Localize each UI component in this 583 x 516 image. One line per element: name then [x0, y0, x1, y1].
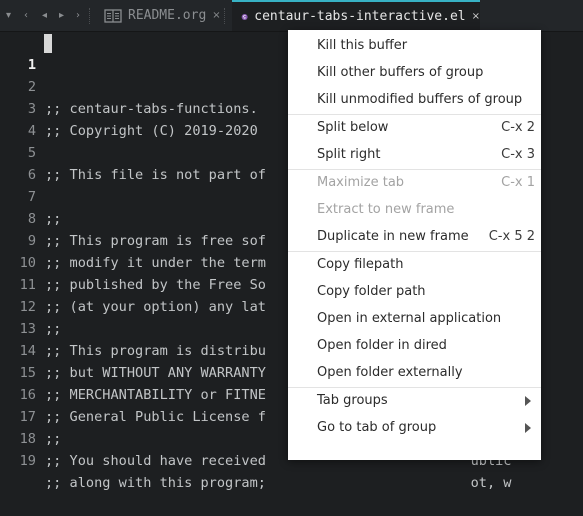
menu-item-open-in-external-application[interactable]: Open in external application [288, 305, 541, 332]
menu-item-open-folder-externally[interactable]: Open folder externally [288, 359, 541, 386]
emacs-lisp-icon [241, 13, 248, 20]
menu-item-split-right[interactable]: Split right C-x 3 [288, 141, 541, 168]
tab-context-menu: Kill this buffer Kill other buffers of g… [288, 30, 541, 460]
menu-item-kill-unmodified-buffers[interactable]: Kill unmodified buffers of group [288, 86, 541, 113]
menu-item-copy-folder-path[interactable]: Copy folder path [288, 278, 541, 305]
menu-item-label: Kill unmodified buffers of group [317, 92, 523, 107]
menu-item-shortcut: C-x 2 [501, 120, 535, 135]
line-text: ;; along with this program; ot, w [45, 475, 512, 491]
tab-label: centaur-tabs-interactive.el [254, 9, 466, 24]
submenu-arrow-icon [525, 423, 531, 433]
tab-label: README.org [128, 8, 207, 23]
menu-item-label: Maximize tab [317, 175, 405, 190]
menu-item-open-folder-in-dired[interactable]: Open folder in dired [288, 332, 541, 359]
tab-centaur-tabs-interactive[interactable]: centaur-tabs-interactive.el × [232, 0, 480, 31]
menu-item-label: Tab groups [317, 393, 388, 408]
tab-readme[interactable]: README.org × [100, 0, 230, 31]
menu-item-shortcut: C-x 3 [501, 147, 535, 162]
tab-separator [224, 8, 228, 24]
close-icon[interactable]: × [472, 11, 480, 22]
close-icon[interactable]: × [212, 10, 220, 21]
chevron-left-icon[interactable]: ‹ [24, 8, 28, 24]
menu-item-copy-filepath[interactable]: Copy filepath [288, 251, 541, 278]
menu-item-maximize-tab: Maximize tab C-x 1 [288, 169, 541, 196]
chevron-right-icon[interactable]: › [76, 8, 80, 24]
menu-item-label: Duplicate in new frame [317, 229, 469, 244]
org-doc-icon [104, 8, 122, 23]
menu-item-shortcut: C-x 1 [501, 175, 535, 190]
menu-item-kill-other-buffers[interactable]: Kill other buffers of group [288, 59, 541, 86]
menu-item-label: Kill this buffer [317, 38, 408, 53]
chevron-right-icon[interactable]: ▸ [59, 8, 64, 24]
menu-item-extract-to-new-frame: Extract to new frame [288, 196, 541, 223]
menu-item-label: Extract to new frame [317, 202, 455, 217]
menu-item-label: Open folder externally [317, 365, 463, 380]
menu-item-tab-groups[interactable]: Tab groups [288, 387, 541, 414]
menu-item-label: Go to tab of group [317, 420, 437, 435]
menu-item-kill-this-buffer[interactable]: Kill this buffer [288, 32, 541, 59]
menu-item-label: Open folder in dired [317, 338, 447, 353]
menu-item-label: Split right [317, 147, 381, 162]
menu-item-label: Open in external application [317, 311, 502, 326]
text-cursor [44, 34, 52, 53]
menu-item-duplicate-in-new-frame[interactable]: Duplicate in new frame C-x 5 2 [288, 223, 541, 250]
line-number: 19 [19, 453, 36, 469]
menu-item-label: Kill other buffers of group [317, 65, 484, 80]
submenu-arrow-icon [525, 396, 531, 406]
menu-item-label: Copy filepath [317, 257, 404, 272]
menu-item-shortcut: C-x 5 2 [488, 229, 535, 244]
tab-bar: ▾ ‹ ◂ ▸ › README.org × centaur-tabs-inte… [0, 0, 583, 32]
menu-item-go-to-tab-of-group[interactable]: Go to tab of group [288, 414, 541, 441]
menu-item-label: Copy folder path [317, 284, 426, 299]
chevron-down-icon[interactable]: ▾ [6, 8, 11, 24]
chevron-left-icon[interactable]: ◂ [42, 8, 47, 24]
menu-item-split-below[interactable]: Split below C-x 2 [288, 114, 541, 141]
menu-item-label: Split below [317, 120, 389, 135]
tab-separator [89, 8, 93, 24]
